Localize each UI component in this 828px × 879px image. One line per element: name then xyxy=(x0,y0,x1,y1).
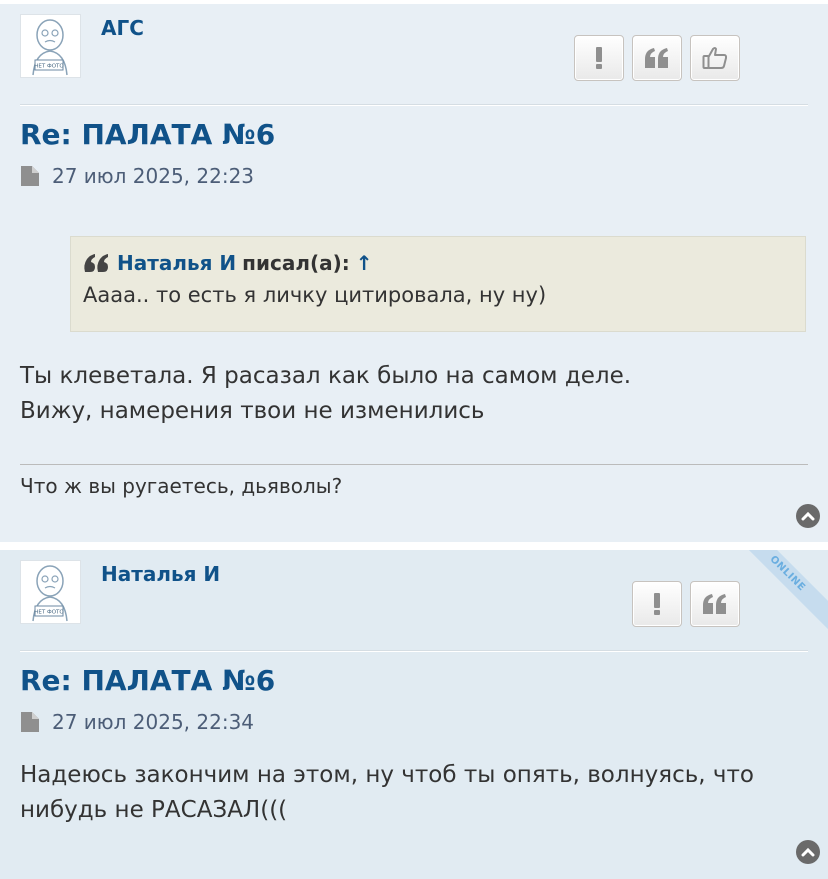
content-line: Ты клеветала. Я расазал как было на само… xyxy=(20,363,632,389)
post-meta: 27 июл 2025, 22:23 xyxy=(20,164,254,188)
like-icon xyxy=(702,47,728,69)
post-actions xyxy=(574,35,740,81)
post-date: 27 июл 2025, 22:23 xyxy=(52,164,255,188)
report-button[interactable] xyxy=(574,35,624,81)
quote-icon xyxy=(703,594,726,614)
quote-jump-arrow[interactable]: ↑ xyxy=(356,251,373,275)
content-line: Вижу, намерения твои не изменились xyxy=(20,398,485,424)
online-badge: ONLINE xyxy=(726,550,828,635)
post-1: НЕТ ФОТО АГС Re: ПАЛАТА №6 27 июл 2025, … xyxy=(0,4,828,542)
post-signature: Что ж вы ругаетесь, дьяволы? xyxy=(20,474,343,498)
signature-divider xyxy=(20,464,808,465)
quote-header: Наталья И писал(а): ↑ xyxy=(83,251,793,275)
post-actions xyxy=(632,581,740,627)
report-button[interactable] xyxy=(632,581,682,627)
avatar-label: НЕТ ФОТО xyxy=(34,610,64,616)
quote-mark-icon xyxy=(84,254,108,272)
quote-author-link[interactable]: Наталья И xyxy=(117,251,236,275)
no-photo-avatar-icon: НЕТ ФОТО xyxy=(32,19,68,76)
post-title[interactable]: Re: ПАЛАТА №6 xyxy=(20,664,275,697)
report-icon xyxy=(596,47,602,69)
post-title[interactable]: Re: ПАЛАТА №6 xyxy=(20,118,275,151)
post-date: 27 июл 2025, 22:34 xyxy=(52,710,255,734)
like-button[interactable] xyxy=(690,35,740,81)
quote-button[interactable] xyxy=(632,35,682,81)
quote-icon xyxy=(645,48,668,68)
content-line: нибудь не РАСАЗАЛ((( xyxy=(20,797,288,823)
back-to-top-button[interactable] xyxy=(796,504,820,528)
chevron-up-icon xyxy=(801,847,815,857)
back-to-top-button[interactable] xyxy=(796,840,820,864)
avatar[interactable]: НЕТ ФОТО xyxy=(20,560,81,624)
post-author[interactable]: АГС xyxy=(101,16,144,40)
no-photo-avatar-icon: НЕТ ФОТО xyxy=(32,565,68,622)
post-2: ONLINE НЕТ ФОТО Наталья И Re: ПАЛАТА №6 … xyxy=(0,550,828,879)
quote-text: Аааа.. то есть я личку цитировала, ну ну… xyxy=(83,283,547,307)
file-icon xyxy=(21,166,39,186)
divider xyxy=(20,104,808,106)
quote-button[interactable] xyxy=(690,581,740,627)
post-meta: 27 июл 2025, 22:34 xyxy=(20,710,254,734)
file-icon xyxy=(21,712,39,732)
chevron-up-icon xyxy=(801,511,815,521)
quote-wrote-label: писал(а): xyxy=(242,251,350,275)
post-content: Надеюсь закончим на этом, ну чтоб ты опя… xyxy=(20,758,800,828)
avatar[interactable]: НЕТ ФОТО xyxy=(20,14,81,78)
divider xyxy=(20,650,808,652)
content-line: Надеюсь закончим на этом, ну чтоб ты опя… xyxy=(20,762,754,788)
post-author[interactable]: Наталья И xyxy=(101,562,220,586)
post-content: Ты клеветала. Я расазал как было на само… xyxy=(20,359,800,429)
quote-block: Наталья И писал(а): ↑ Аааа.. то есть я л… xyxy=(70,236,806,332)
avatar-label: НЕТ ФОТО xyxy=(34,64,64,70)
report-icon xyxy=(654,593,660,615)
